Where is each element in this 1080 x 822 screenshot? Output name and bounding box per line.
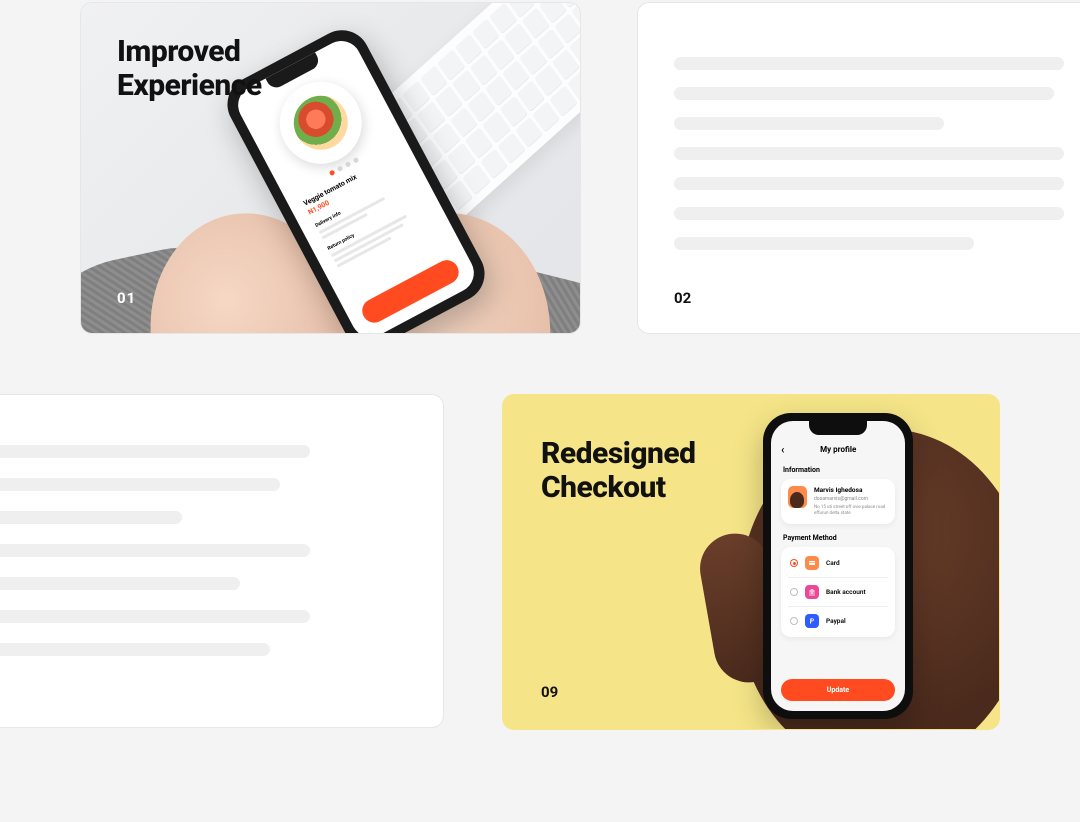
screen-title: My profile xyxy=(781,445,895,454)
skeleton-body xyxy=(0,445,333,676)
payment-option-label: Paypal xyxy=(826,617,846,625)
skeleton-line xyxy=(674,147,1064,160)
skeleton-line xyxy=(674,57,1064,70)
radio-unselected-icon xyxy=(790,588,798,596)
skeleton-line xyxy=(674,177,1064,190)
payment-option-paypal: Paypal xyxy=(788,606,888,635)
feature-card-skeleton[interactable] xyxy=(0,394,444,728)
phone-mockup-profile: ‹ My profile Information Marvis Ighedosa… xyxy=(763,413,913,719)
info-panel: Marvis Ighedosa dosamarvis@gmail.com No … xyxy=(781,479,895,524)
user-name: Marvis Ighedosa xyxy=(814,486,888,494)
skeleton-line xyxy=(674,87,1054,100)
payment-option-label: Card xyxy=(826,559,840,567)
bank-icon xyxy=(805,585,819,599)
payment-option-label: Bank account xyxy=(826,588,866,596)
radio-selected-icon xyxy=(790,559,798,567)
avatar xyxy=(788,486,807,508)
skeleton-body xyxy=(674,57,1080,267)
skeleton-line xyxy=(0,544,310,557)
feature-card-01[interactable]: Veggie tomato mix N1,900 Delivery info R… xyxy=(80,2,581,334)
skeleton-line xyxy=(0,478,280,491)
feature-card-09[interactable]: ‹ My profile Information Marvis Ighedosa… xyxy=(502,394,1000,730)
skeleton-line xyxy=(674,237,974,250)
information-label: Information xyxy=(783,466,893,474)
feature-card-02[interactable]: 02 xyxy=(637,2,1080,334)
card-icon xyxy=(805,556,819,570)
skeleton-line xyxy=(674,207,1064,220)
payment-method-label: Payment Method xyxy=(783,534,893,542)
skeleton-line xyxy=(674,117,944,130)
card-index: 02 xyxy=(674,289,691,307)
skeleton-line xyxy=(0,511,182,524)
user-email: dosamarvis@gmail.com xyxy=(814,496,888,502)
card-title: Improved Experience xyxy=(117,35,262,102)
skeleton-line xyxy=(0,643,270,656)
payment-option-card: Card xyxy=(788,549,888,577)
payment-panel: Card Bank account Paypal xyxy=(781,547,895,637)
user-address: No 15 uti street off ovie palace road ef… xyxy=(814,505,888,517)
card-index: 01 xyxy=(117,289,136,307)
radio-unselected-icon xyxy=(790,617,798,625)
card-index: 09 xyxy=(541,683,558,701)
payment-option-bank: Bank account xyxy=(788,577,888,606)
skeleton-line xyxy=(0,610,310,623)
skeleton-line xyxy=(0,577,240,590)
phone-screen: ‹ My profile Information Marvis Ighedosa… xyxy=(771,421,905,711)
phone-notch xyxy=(809,421,867,435)
skeleton-line xyxy=(0,445,310,458)
update-button: Update xyxy=(781,679,895,701)
paypal-icon xyxy=(805,614,819,628)
profile-topbar: ‹ My profile xyxy=(781,443,895,456)
card-title: Redesigned Checkout xyxy=(541,437,696,504)
